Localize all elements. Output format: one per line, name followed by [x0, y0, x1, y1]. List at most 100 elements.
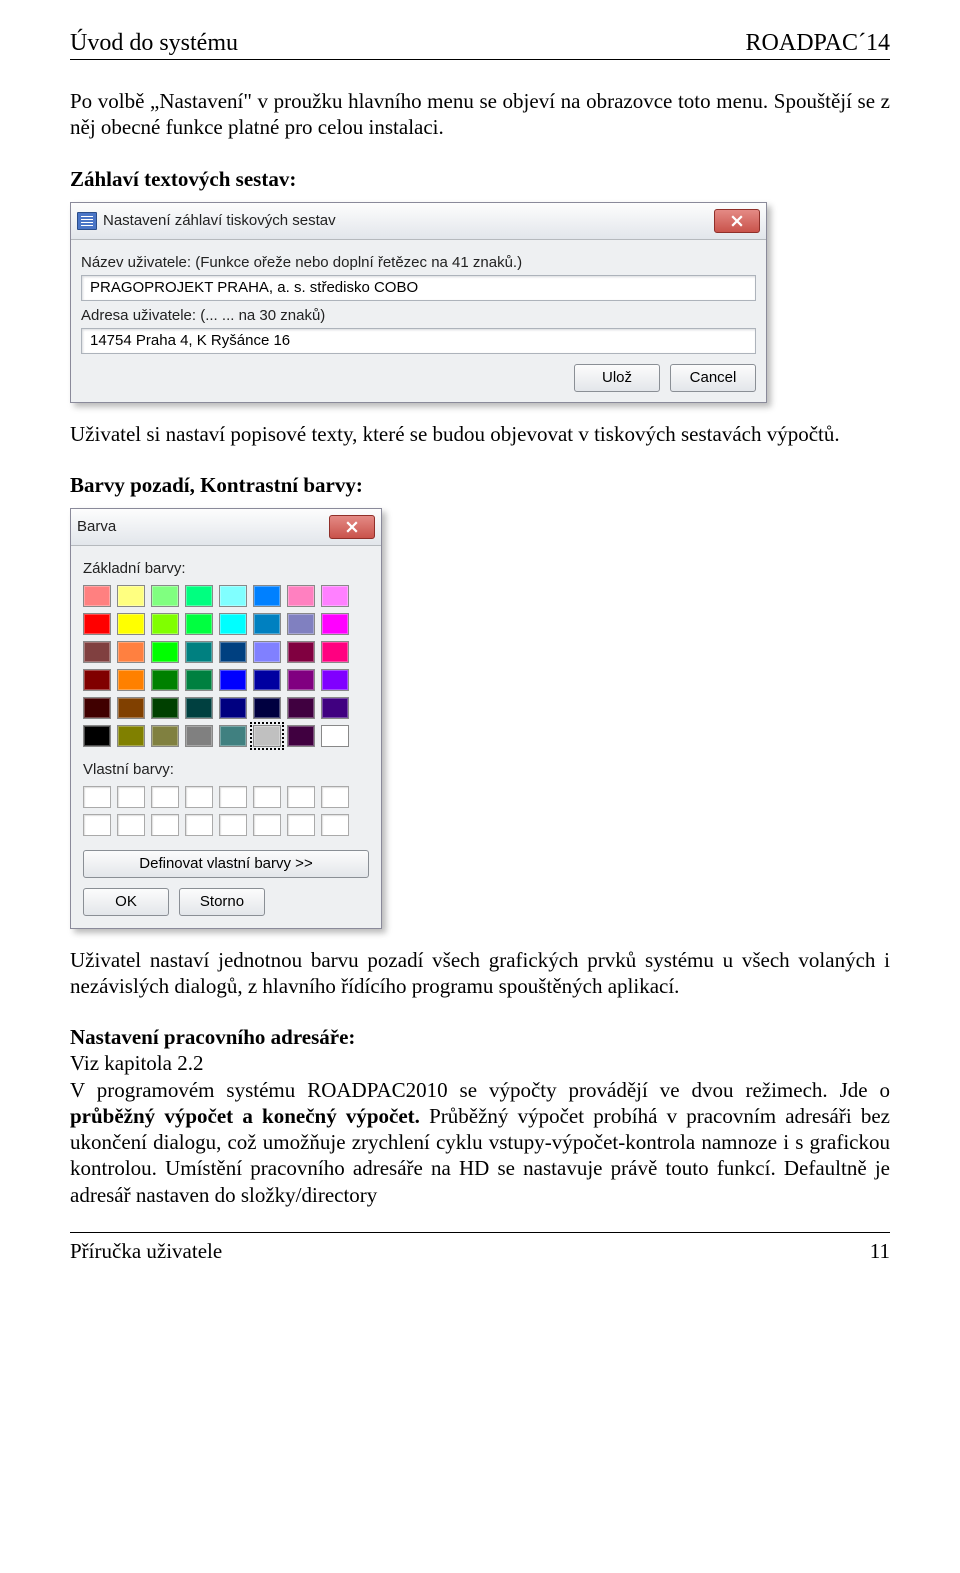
para4-bold: průběžný výpočet a konečný výpočet.	[70, 1104, 420, 1128]
dialog-zahlavi-title: Nastavení záhlaví tiskových sestav	[103, 212, 336, 229]
color-swatch[interactable]	[287, 641, 315, 663]
color-swatch[interactable]	[185, 613, 213, 635]
color-swatch[interactable]	[219, 613, 247, 635]
header-divider	[70, 59, 890, 60]
color-swatch[interactable]	[253, 725, 281, 747]
cancel-button[interactable]: Cancel	[670, 364, 756, 392]
storno-button[interactable]: Storno	[179, 888, 265, 916]
label-adresa-uzivatele: Adresa uživatele: (... ... na 30 znaků)	[81, 307, 756, 324]
color-swatch[interactable]	[287, 585, 315, 607]
color-swatch[interactable]	[253, 585, 281, 607]
color-swatch[interactable]	[83, 725, 111, 747]
save-button[interactable]: Ulož	[574, 364, 660, 392]
color-swatch[interactable]	[117, 669, 145, 691]
color-swatch[interactable]	[253, 613, 281, 635]
color-swatch[interactable]	[321, 669, 349, 691]
color-swatch[interactable]	[287, 725, 315, 747]
custom-color-swatch[interactable]	[185, 814, 213, 836]
color-swatch[interactable]	[83, 613, 111, 635]
input-nazev-uzivatele[interactable]	[81, 275, 756, 301]
custom-color-swatch[interactable]	[151, 786, 179, 808]
custom-color-swatch[interactable]	[151, 814, 179, 836]
custom-color-swatch[interactable]	[219, 786, 247, 808]
heading-nastaveni-adresare: Nastavení pracovního adresáře:	[70, 1025, 890, 1050]
color-swatch[interactable]	[151, 669, 179, 691]
color-swatch[interactable]	[185, 641, 213, 663]
color-swatch[interactable]	[151, 641, 179, 663]
custom-color-swatch[interactable]	[219, 814, 247, 836]
paragraph-barva-pozadi: Uživatel nastaví jednotnou barvu pozadí …	[70, 947, 890, 1000]
color-swatch[interactable]	[151, 585, 179, 607]
dialog-barva: Barva Základní barvy: Vlastní barvy: Def…	[70, 508, 382, 929]
color-swatch[interactable]	[287, 669, 315, 691]
doc-header-right: ROADPAC´14	[746, 30, 890, 57]
color-swatch[interactable]	[287, 697, 315, 719]
color-swatch[interactable]	[219, 697, 247, 719]
color-swatch[interactable]	[253, 669, 281, 691]
color-swatch[interactable]	[83, 641, 111, 663]
color-swatch[interactable]	[185, 585, 213, 607]
color-swatch[interactable]	[151, 613, 179, 635]
custom-color-swatch[interactable]	[83, 814, 111, 836]
color-swatch[interactable]	[151, 697, 179, 719]
report-icon	[77, 212, 97, 230]
dialog-barva-title: Barva	[77, 518, 116, 535]
color-swatch[interactable]	[151, 725, 179, 747]
color-swatch[interactable]	[185, 725, 213, 747]
paragraph-intro: Po volbě „Nastavení" v proužku hlavního …	[70, 88, 890, 141]
label-nazev-uzivatele: Název uživatele: (Funkce ořeže nebo dopl…	[81, 254, 756, 271]
custom-color-swatch[interactable]	[117, 786, 145, 808]
dialog-zahlavi-titlebar: Nastavení záhlaví tiskových sestav	[71, 203, 766, 240]
custom-color-swatch[interactable]	[253, 814, 281, 836]
color-swatch[interactable]	[83, 585, 111, 607]
label-zakladni-barvy: Základní barvy:	[83, 560, 369, 577]
custom-color-swatch[interactable]	[185, 786, 213, 808]
heading-zahlavi: Záhlaví textových sestav:	[70, 167, 890, 192]
color-swatch[interactable]	[321, 641, 349, 663]
color-swatch[interactable]	[219, 669, 247, 691]
color-swatch[interactable]	[83, 697, 111, 719]
footer-page-number: 11	[870, 1239, 890, 1264]
color-swatch[interactable]	[219, 725, 247, 747]
custom-color-swatch[interactable]	[287, 814, 315, 836]
footer-left: Příručka uživatele	[70, 1239, 222, 1264]
color-swatch[interactable]	[185, 697, 213, 719]
color-swatch[interactable]	[219, 585, 247, 607]
color-swatch[interactable]	[321, 725, 349, 747]
dialog-zahlavi: Nastavení záhlaví tiskových sestav Název…	[70, 202, 767, 403]
color-swatch[interactable]	[185, 669, 213, 691]
color-swatch[interactable]	[219, 641, 247, 663]
color-swatch[interactable]	[117, 697, 145, 719]
close-icon[interactable]	[714, 209, 760, 233]
para4-pre: V programovém systému ROADPAC2010 se výp…	[70, 1078, 890, 1102]
custom-color-swatch[interactable]	[321, 786, 349, 808]
custom-colors-grid	[83, 786, 369, 836]
custom-color-swatch[interactable]	[321, 814, 349, 836]
doc-header-left: Úvod do systému	[70, 30, 238, 57]
color-swatch[interactable]	[83, 669, 111, 691]
input-adresa-uzivatele[interactable]	[81, 328, 756, 354]
color-swatch[interactable]	[287, 613, 315, 635]
color-swatch[interactable]	[253, 641, 281, 663]
color-swatch[interactable]	[321, 613, 349, 635]
custom-color-swatch[interactable]	[83, 786, 111, 808]
define-custom-colors-button[interactable]: Definovat vlastní barvy >>	[83, 850, 369, 878]
color-swatch[interactable]	[253, 697, 281, 719]
paragraph-rezimy: V programovém systému ROADPAC2010 se výp…	[70, 1077, 890, 1208]
color-swatch[interactable]	[117, 585, 145, 607]
color-swatch[interactable]	[321, 697, 349, 719]
close-icon[interactable]	[329, 515, 375, 539]
custom-color-swatch[interactable]	[287, 786, 315, 808]
ok-button[interactable]: OK	[83, 888, 169, 916]
color-swatch[interactable]	[321, 585, 349, 607]
color-swatch[interactable]	[117, 725, 145, 747]
color-swatch[interactable]	[117, 613, 145, 635]
heading-barvy: Barvy pozadí, Kontrastní barvy:	[70, 473, 890, 498]
basic-colors-grid	[83, 585, 369, 747]
label-vlastni-barvy: Vlastní barvy:	[83, 761, 369, 778]
dialog-barva-titlebar: Barva	[71, 509, 381, 546]
paragraph-popisove-texty: Uživatel si nastaví popisové texty, kter…	[70, 421, 890, 447]
custom-color-swatch[interactable]	[117, 814, 145, 836]
custom-color-swatch[interactable]	[253, 786, 281, 808]
color-swatch[interactable]	[117, 641, 145, 663]
